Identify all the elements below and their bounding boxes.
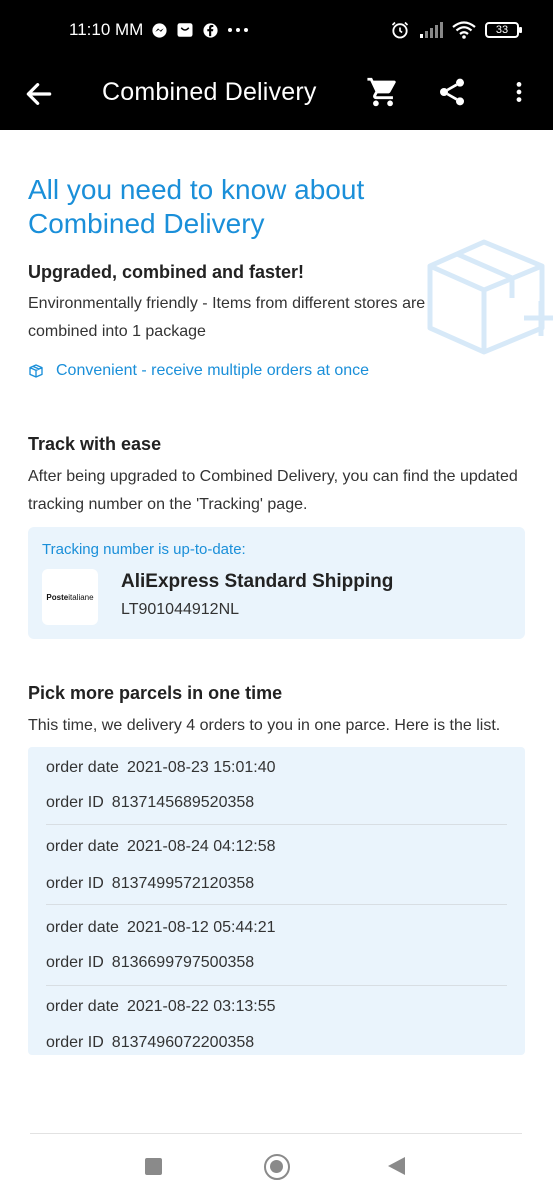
more-vert-icon[interactable] xyxy=(506,76,532,108)
status-left-icons xyxy=(151,21,249,39)
order-date-label: order date xyxy=(46,998,119,1015)
orders-list: order date 2021-08-23 15:01:40 order ID 81… xyxy=(28,747,525,1055)
order-id-label: order ID xyxy=(46,954,104,971)
section-pick-title: Pick more parcels in one time xyxy=(28,683,283,703)
section-upgraded-title: Upgraded, combined and faster! xyxy=(28,262,305,282)
carrier-logo-bold: Poste xyxy=(46,592,69,602)
order-id: 8136699797500358 xyxy=(111,954,255,971)
system-nav-bar xyxy=(0,1134,553,1200)
order-date-row: order date 2021-08-22 03:13:55 xyxy=(46,998,276,1016)
convenient-note: Convenient - receive multiple orders at … xyxy=(28,362,369,380)
convenient-text: Convenient - receive multiple orders at … xyxy=(56,362,370,379)
recents-icon[interactable] xyxy=(145,1158,162,1175)
section-track-title: Track with ease xyxy=(28,434,162,454)
share-icon[interactable] xyxy=(436,76,468,108)
back-triangle-icon[interactable] xyxy=(388,1157,405,1175)
signal-icon xyxy=(420,22,443,38)
status-right-icons: 33 xyxy=(390,20,522,40)
list-item: order date 2021-08-23 15:01:40 order ID 81… xyxy=(28,747,525,827)
order-date-row: order date 2021-08-24 04:12:58 xyxy=(46,838,276,856)
hero-title: All you need to know about Combined Deli… xyxy=(28,174,365,239)
order-date-label: order date xyxy=(46,838,119,855)
home-icon[interactable] xyxy=(264,1154,290,1180)
app-bar: Combined Delivery xyxy=(0,62,553,130)
section-pick-text: This time, we delivery 4 orders to you i… xyxy=(28,717,501,734)
cart-icon[interactable] xyxy=(366,75,400,109)
shop-icon xyxy=(177,23,193,37)
order-id-label: order ID xyxy=(46,794,104,811)
more-dots-icon xyxy=(228,28,248,32)
status-bar: 11:10 MM 33 xyxy=(0,0,553,62)
order-date: 2021-08-24 04:12:58 xyxy=(126,838,276,855)
status-time: 11:10 MM xyxy=(69,20,144,39)
tracking-number: LT901044912NL xyxy=(121,601,240,618)
order-date-row: order date 2021-08-23 15:01:40 xyxy=(46,759,276,777)
order-date-label: order date xyxy=(46,759,119,776)
order-date: 2021-08-23 15:01:40 xyxy=(126,759,276,776)
tracking-label: Tracking number is up-to-date: xyxy=(42,541,246,558)
alarm-icon xyxy=(391,21,409,39)
order-id-label: order ID xyxy=(46,875,104,892)
wifi-icon xyxy=(452,21,476,39)
carrier-name: AliExpress Standard Shipping xyxy=(121,571,394,592)
battery-icon: 33 xyxy=(485,22,522,38)
order-id-row: order ID 8137145689520358 xyxy=(46,794,254,812)
order-id-row: order ID 8137499572120358 xyxy=(46,875,254,893)
order-id-label: order ID xyxy=(46,1034,104,1051)
section-track-text: After being upgraded to Combined Deliver… xyxy=(28,468,518,513)
carrier-logo: Poste italiane xyxy=(42,569,98,625)
order-id-row: order ID 8136699797500358 xyxy=(46,954,254,972)
order-date-row: order date 2021-08-12 05:44:21 xyxy=(46,919,276,937)
carrier-logo-text: italiane xyxy=(68,592,94,602)
section-upgraded-text: Environmentally friendly - Items from di… xyxy=(28,295,426,340)
order-id: 8137496072200358 xyxy=(111,1034,255,1051)
page-title: Combined Delivery xyxy=(102,78,317,106)
box-icon xyxy=(29,364,43,378)
order-date-label: order date xyxy=(46,919,119,936)
order-date: 2021-08-12 05:44:21 xyxy=(126,919,276,936)
back-arrow-icon[interactable] xyxy=(23,78,55,110)
tracking-card: Tracking number is up-to-date: Poste ital… xyxy=(28,527,525,639)
messenger-icon xyxy=(152,22,167,38)
order-id: 8137499572120358 xyxy=(111,875,255,892)
list-item: order date 2021-08-22 03:13:55 order ID 81… xyxy=(28,986,525,1055)
list-item: order date 2021-08-12 05:44:21 order ID 81… xyxy=(28,905,525,986)
list-item: order date 2021-08-24 04:12:58 order ID 81… xyxy=(28,825,525,905)
facebook-icon xyxy=(203,22,218,38)
order-id-row: order ID 8137496072200358 xyxy=(46,1034,254,1052)
order-id: 8137145689520358 xyxy=(111,794,255,811)
order-date: 2021-08-22 03:13:55 xyxy=(126,998,276,1015)
